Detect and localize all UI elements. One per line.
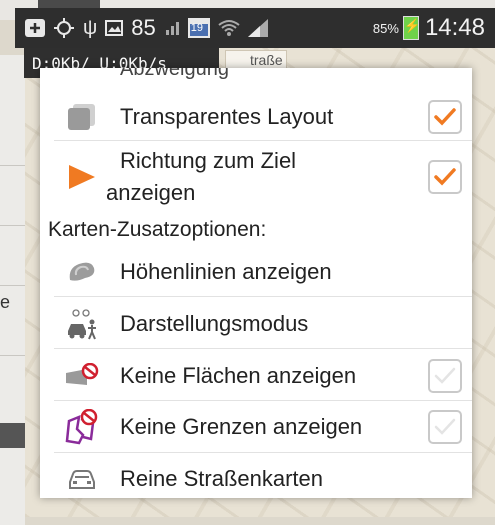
battery-charging-icon [402,16,420,40]
menu-divider [54,296,472,297]
app-left-text: e [0,292,11,312]
menu-item-label: Keine Grenzen anzeigen [120,414,363,439]
app-left-dark-block [0,423,25,448]
menu-item-no-borders[interactable]: Keine Grenzen anzeigen [40,402,472,452]
wifi-icon [218,19,240,37]
notification-plus-icon [25,19,45,37]
menu-item-label: Höhenlinien anzeigen [120,259,332,284]
checkbox-no-borders[interactable] [428,410,462,444]
menu-item-transparent-layout[interactable]: Transparentes Layout [40,93,472,141]
checkbox-transparent-layout[interactable] [428,100,462,134]
no-borders-icon [64,409,100,445]
status-bar: ψ 85 19 85% 14:48 [15,8,495,48]
cell-signal-icon [247,19,268,37]
menu-item-label: Keine Flächen anzeigen [120,363,357,388]
clock: 14:48 [424,14,485,41]
calendar-day: 19 [190,22,203,34]
battery-percent: 85% [372,20,399,36]
transparent-layout-icon [64,99,100,135]
usb-icon: ψ [83,16,98,39]
app-left-list [0,55,25,525]
menu-item-label: Darstellungsmodus [120,311,309,336]
map-options-menu: Abzweigung Transparentes Layout Richtung… [40,68,472,498]
checkbox-no-areas[interactable] [428,359,462,393]
menu-divider [54,400,472,401]
menu-item-label: Transparentes Layout [120,104,334,129]
menu-divider [54,140,472,141]
image-notification-icon [105,20,124,36]
menu-item-direction-to-target[interactable]: Richtung zum Ziel anzeigen [40,144,472,210]
contour-lines-icon [64,254,100,290]
checkbox-direction-to-target[interactable] [428,160,462,194]
menu-cut-heading: Abzweigung [120,68,229,80]
menu-item-label: Richtung zum Ziel [120,148,297,173]
menu-divider [54,348,472,349]
direction-arrow-icon [64,159,100,195]
menu-item-label: Reine Straßenkarten [120,466,323,491]
calendar-icon: 19 [187,18,210,38]
menu-divider [54,452,472,453]
menu-item-display-mode[interactable]: Darstellungsmodus [40,300,472,348]
signal-bars-icon [165,21,180,35]
menu-item-contour-lines[interactable]: Höhenlinien anzeigen [40,248,472,296]
car-icon [64,461,100,497]
notification-count: 85 [131,15,156,40]
menu-item-label-line2: anzeigen [106,180,196,205]
map-street-label: traße [250,52,283,68]
no-areas-icon [64,358,100,394]
menu-item-road-maps-only[interactable]: Reine Straßenkarten [40,456,472,498]
gps-icon [53,17,75,39]
display-mode-icon [64,306,100,342]
section-title-map-extra-options: Karten-Zusatzoptionen: [48,218,267,241]
menu-item-no-areas[interactable]: Keine Flächen anzeigen [40,352,472,400]
